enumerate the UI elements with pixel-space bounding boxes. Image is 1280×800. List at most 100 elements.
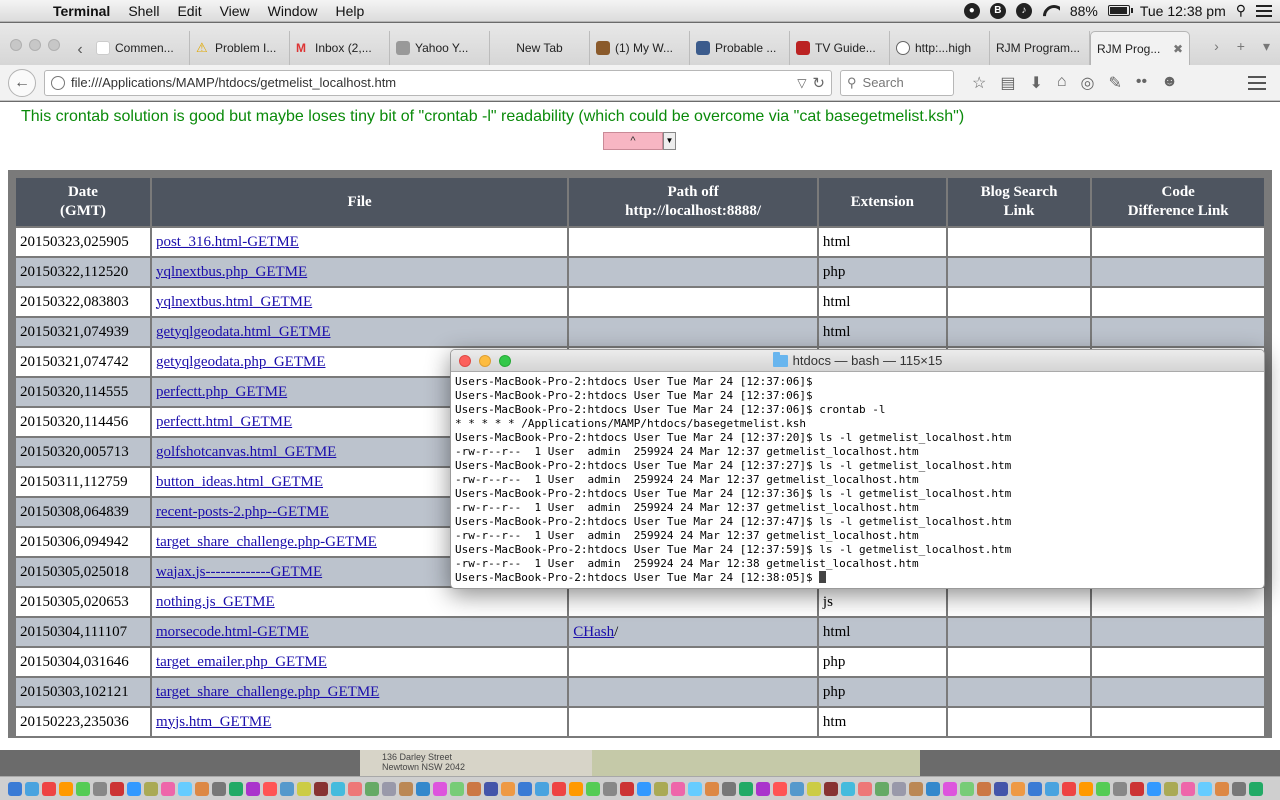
extension-tool-icon[interactable]: ✎ bbox=[1109, 73, 1122, 93]
url-text[interactable]: file:///Applications/MAMP/htdocs/getmeli… bbox=[71, 75, 791, 90]
dock-app-icon[interactable] bbox=[943, 781, 957, 796]
dock-app-icon[interactable] bbox=[467, 781, 481, 796]
browser-tab[interactable]: http:...high bbox=[890, 31, 990, 65]
dock-app-icon[interactable] bbox=[110, 781, 124, 796]
file-link[interactable]: target_emailer.php_GETME bbox=[156, 654, 327, 670]
file-link[interactable]: post_316.html-GETME bbox=[156, 234, 299, 250]
close-window-icon[interactable] bbox=[10, 39, 22, 51]
sort-select-value[interactable]: ^ bbox=[603, 132, 663, 150]
dock-app-icon[interactable] bbox=[433, 781, 447, 796]
chevron-down-icon[interactable]: ▼ bbox=[663, 132, 676, 150]
dock-app-icon[interactable] bbox=[620, 781, 634, 796]
dock-app-icon[interactable] bbox=[841, 781, 855, 796]
file-link[interactable]: getyqlgeodata.html_GETME bbox=[156, 324, 331, 340]
dock-app-icon[interactable] bbox=[1096, 781, 1110, 796]
url-history-dropdown-icon[interactable]: ▽ bbox=[797, 76, 806, 90]
dock-app-icon[interactable] bbox=[705, 781, 719, 796]
wifi-icon[interactable] bbox=[1042, 5, 1060, 17]
browser-tab[interactable]: (1) My W... bbox=[590, 31, 690, 65]
dock-app-icon[interactable] bbox=[1113, 781, 1127, 796]
dock-app-icon[interactable] bbox=[212, 781, 226, 796]
dock-app-icon[interactable] bbox=[1164, 781, 1178, 796]
dock-app-icon[interactable] bbox=[42, 781, 56, 796]
dock-app-icon[interactable] bbox=[365, 781, 379, 796]
file-link[interactable]: target_share_challenge.php-GETME bbox=[156, 534, 377, 550]
battery-icon[interactable] bbox=[1107, 5, 1133, 16]
file-link[interactable]: yqlnextbus.php_GETME bbox=[156, 264, 307, 280]
dock-app-icon[interactable] bbox=[773, 781, 787, 796]
file-link[interactable]: myjs.htm_GETME bbox=[156, 714, 271, 730]
dock-app-icon[interactable] bbox=[722, 781, 736, 796]
dock-app-icon[interactable] bbox=[909, 781, 923, 796]
menu-shell[interactable]: Shell bbox=[119, 3, 168, 19]
menu-edit[interactable]: Edit bbox=[168, 3, 210, 19]
reading-list-icon[interactable]: ▤ bbox=[1000, 73, 1015, 93]
tab-scroll-right-icon[interactable]: › bbox=[1214, 38, 1219, 55]
terminal-output[interactable]: Users-MacBook-Pro-2:htdocs User Tue Mar … bbox=[451, 372, 1264, 588]
dock-app-icon[interactable] bbox=[178, 781, 192, 796]
file-link[interactable]: getyqlgeodata.php_GETME bbox=[156, 354, 326, 370]
dock-app-icon[interactable] bbox=[1215, 781, 1229, 796]
file-link[interactable]: wajax.js-------------GETME bbox=[156, 564, 322, 580]
dock-app-icon[interactable] bbox=[790, 781, 804, 796]
dock-app-icon[interactable] bbox=[59, 781, 73, 796]
spotlight-search-icon[interactable]: ⚲ bbox=[1236, 2, 1246, 19]
dock-app-icon[interactable] bbox=[399, 781, 413, 796]
dock-app-icon[interactable] bbox=[484, 781, 498, 796]
tab-list-icon[interactable]: ▾ bbox=[1263, 38, 1270, 55]
dock-app-icon[interactable] bbox=[348, 781, 362, 796]
minimize-window-icon[interactable] bbox=[29, 39, 41, 51]
file-link[interactable]: nothing.js_GETME bbox=[156, 594, 275, 610]
dock-app-icon[interactable] bbox=[144, 781, 158, 796]
browser-tab[interactable]: New Tab bbox=[490, 31, 590, 65]
dock-app-icon[interactable] bbox=[603, 781, 617, 796]
menu-app-name[interactable]: Terminal bbox=[44, 3, 119, 19]
close-tab-icon[interactable]: ✖ bbox=[1173, 42, 1183, 56]
url-bar[interactable]: file:///Applications/MAMP/htdocs/getmeli… bbox=[44, 69, 832, 96]
dock-app-icon[interactable] bbox=[1198, 781, 1212, 796]
dock-app-icon[interactable] bbox=[926, 781, 940, 796]
dock-app-icon[interactable] bbox=[654, 781, 668, 796]
site-identity-icon[interactable] bbox=[51, 75, 65, 90]
dock-app-icon[interactable] bbox=[297, 781, 311, 796]
dock-app-icon[interactable] bbox=[1011, 781, 1025, 796]
dock-app-icon[interactable] bbox=[586, 781, 600, 796]
browser-tab[interactable]: ⚠ Problem I... bbox=[190, 31, 290, 65]
dock-app-icon[interactable] bbox=[501, 781, 515, 796]
dock-app-icon[interactable] bbox=[1232, 781, 1246, 796]
dock-app-icon[interactable] bbox=[1181, 781, 1195, 796]
dock-app-icon[interactable] bbox=[1079, 781, 1093, 796]
sort-select[interactable]: ^ ▼ bbox=[603, 132, 676, 150]
browser-tab[interactable]: TV Guide... bbox=[790, 31, 890, 65]
bookmark-star-icon[interactable]: ☆ bbox=[972, 73, 986, 93]
tab-scroll-left-icon[interactable]: ‹ bbox=[70, 35, 90, 65]
dock-app-icon[interactable] bbox=[994, 781, 1008, 796]
dock-app-icon[interactable] bbox=[1147, 781, 1161, 796]
browser-tab[interactable]: M Inbox (2,... bbox=[290, 31, 390, 65]
file-link[interactable]: target_share_challenge.php_GETME bbox=[156, 684, 379, 700]
new-tab-icon[interactable]: + bbox=[1237, 38, 1245, 55]
menubar-clock[interactable]: Tue 12:38 pm bbox=[1140, 3, 1226, 19]
dock-app-icon[interactable] bbox=[552, 781, 566, 796]
extension-circle-icon[interactable]: ◎ bbox=[1081, 73, 1095, 93]
browser-menu-icon[interactable] bbox=[1248, 75, 1266, 90]
terminal-title-bar[interactable]: htdocs — bash — 115×15 bbox=[451, 350, 1264, 372]
dock-app-icon[interactable] bbox=[637, 781, 651, 796]
status-audio-icon[interactable]: ♪ bbox=[1015, 2, 1032, 19]
dock-app-icon[interactable] bbox=[161, 781, 175, 796]
dock-app-icon[interactable] bbox=[314, 781, 328, 796]
file-link[interactable]: yqlnextbus.html_GETME bbox=[156, 294, 312, 310]
terminal-window[interactable]: htdocs — bash — 115×15 Users-MacBook-Pro… bbox=[450, 349, 1265, 589]
dock-app-icon[interactable] bbox=[1130, 781, 1144, 796]
dock-app-icon[interactable] bbox=[25, 781, 39, 796]
dock-app-icon[interactable] bbox=[93, 781, 107, 796]
browser-tab[interactable]: Yahoo Y... bbox=[390, 31, 490, 65]
dock-app-icon[interactable] bbox=[807, 781, 821, 796]
dock-app-icon[interactable] bbox=[382, 781, 396, 796]
dock-app-icon[interactable] bbox=[960, 781, 974, 796]
dock-app-icon[interactable] bbox=[127, 781, 141, 796]
file-link[interactable]: golfshotcanvas.html_GETME bbox=[156, 444, 336, 460]
file-link[interactable]: recent-posts-2.php--GETME bbox=[156, 504, 329, 520]
dock-app-icon[interactable] bbox=[739, 781, 753, 796]
dock-app-icon[interactable] bbox=[858, 781, 872, 796]
